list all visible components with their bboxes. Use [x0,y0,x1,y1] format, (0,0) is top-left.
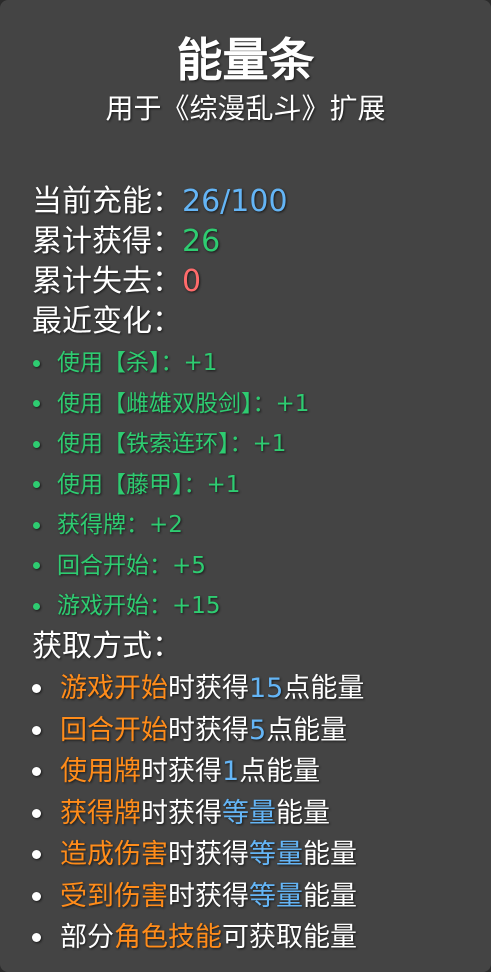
bullet-icon [32,725,41,735]
list-item: 获得牌：+2 [32,505,309,546]
total-gained-row: 累计获得：26 [32,222,220,262]
change-text: 使用【铁索连环】：+1 [57,431,287,458]
list-item: 使用【杀】：+1 [32,343,309,384]
change-text: 使用【藤甲】：+1 [57,471,241,498]
bullet-icon [32,767,41,777]
bullet-icon [33,481,40,489]
method-trigger: 使用牌 [60,756,141,788]
current-charge-row: 当前充能：26/100 [32,182,288,222]
method-trigger: 角色技能 [114,922,222,954]
method-text: 时获得 [168,839,249,871]
bullet-icon [32,933,41,943]
method-text: 时获得 [141,797,222,829]
change-text: 获得牌：+2 [57,512,183,539]
list-item: 回合开始 时获得 5 点能量 [30,710,364,752]
method-amount: 15 [249,673,284,705]
method-trigger: 受到伤害 [60,880,168,912]
bullet-icon [33,440,40,448]
method-text: 时获得 [168,714,249,746]
bullet-icon [33,602,40,610]
list-item: 游戏开始 时获得 15 点能量 [30,668,364,710]
method-suffix: 可获取能量 [222,922,357,954]
list-item: 使用【铁索连环】：+1 [32,424,309,465]
method-amount: 5 [249,714,267,746]
total-lost-value: 0 [182,264,202,299]
bullet-icon [33,562,40,570]
total-gained-label: 累计获得： [32,224,182,259]
page-subtitle: 用于《综漫乱斗》扩展 [105,92,386,125]
current-charge-label: 当前充能： [32,184,182,219]
bullet-icon [32,808,41,818]
acquire-methods-heading: 获取方式： [32,629,182,664]
method-text: 时获得 [168,880,249,912]
bullet-icon [33,359,40,367]
list-item: 受到伤害 时获得 等量 能量 [30,876,364,918]
method-suffix: 能量 [303,880,357,912]
method-suffix: 能量 [276,797,330,829]
method-amount: 1 [222,756,240,788]
list-item: 使用【藤甲】：+1 [32,465,309,506]
bullet-icon [32,684,41,694]
method-trigger: 游戏开始 [60,673,168,705]
list-item: 使用牌 时获得 1 点能量 [30,751,364,793]
list-item: 部分 角色技能 可获取能量 [30,917,364,959]
total-lost-label: 累计失去： [32,264,182,299]
recent-changes-heading: 最近变化： [32,304,182,339]
method-suffix: 点能量 [283,673,365,705]
current-charge-value: 26/100 [182,184,288,219]
method-amount: 等量 [222,797,276,829]
method-trigger: 回合开始 [60,714,168,746]
bullet-icon [33,400,40,408]
change-text: 使用【雌雄双股剑】：+1 [57,390,310,417]
method-amount: 等量 [249,880,303,912]
change-text: 使用【杀】：+1 [57,350,218,377]
method-prefix: 部分 [60,922,114,954]
method-suffix: 能量 [303,839,357,871]
acquire-methods-list: 游戏开始 时获得 15 点能量 回合开始 时获得 5 点能量 使用牌 时获得 1 点能量 获得牌时… [30,668,364,959]
method-suffix: 点能量 [239,756,321,788]
list-item: 游戏开始：+15 [32,586,309,627]
method-suffix: 点能量 [266,714,348,746]
bullet-icon [32,850,41,860]
change-text: 回合开始：+5 [57,552,206,579]
list-item: 使用【雌雄双股剑】：+1 [32,384,309,425]
list-item: 回合开始：+5 [32,546,309,587]
method-amount: 等量 [249,839,303,871]
method-text: 时获得 [141,756,222,788]
list-item: 获得牌 时获得 等量 能量 [30,793,364,835]
method-trigger: 获得牌 [60,797,141,829]
bullet-icon [33,521,40,529]
total-lost-row: 累计失去：0 [32,262,201,302]
change-text: 游戏开始：+15 [57,593,221,620]
bullet-icon [32,891,41,901]
method-trigger: 造成伤害 [60,839,168,871]
page-title: 能量条 [176,33,315,87]
list-item: 造成伤害 时获得 等量 能量 [30,834,364,876]
method-text: 时获得 [168,673,249,705]
energy-bar-panel: 能量条 用于《综漫乱斗》扩展 当前充能：26/100 累计获得：26 累计失去：… [0,0,491,972]
total-gained-value: 26 [182,224,221,259]
recent-changes-list: 使用【杀】：+1 使用【雌雄双股剑】：+1 使用【铁索连环】：+1 使用【藤甲】… [32,343,309,627]
